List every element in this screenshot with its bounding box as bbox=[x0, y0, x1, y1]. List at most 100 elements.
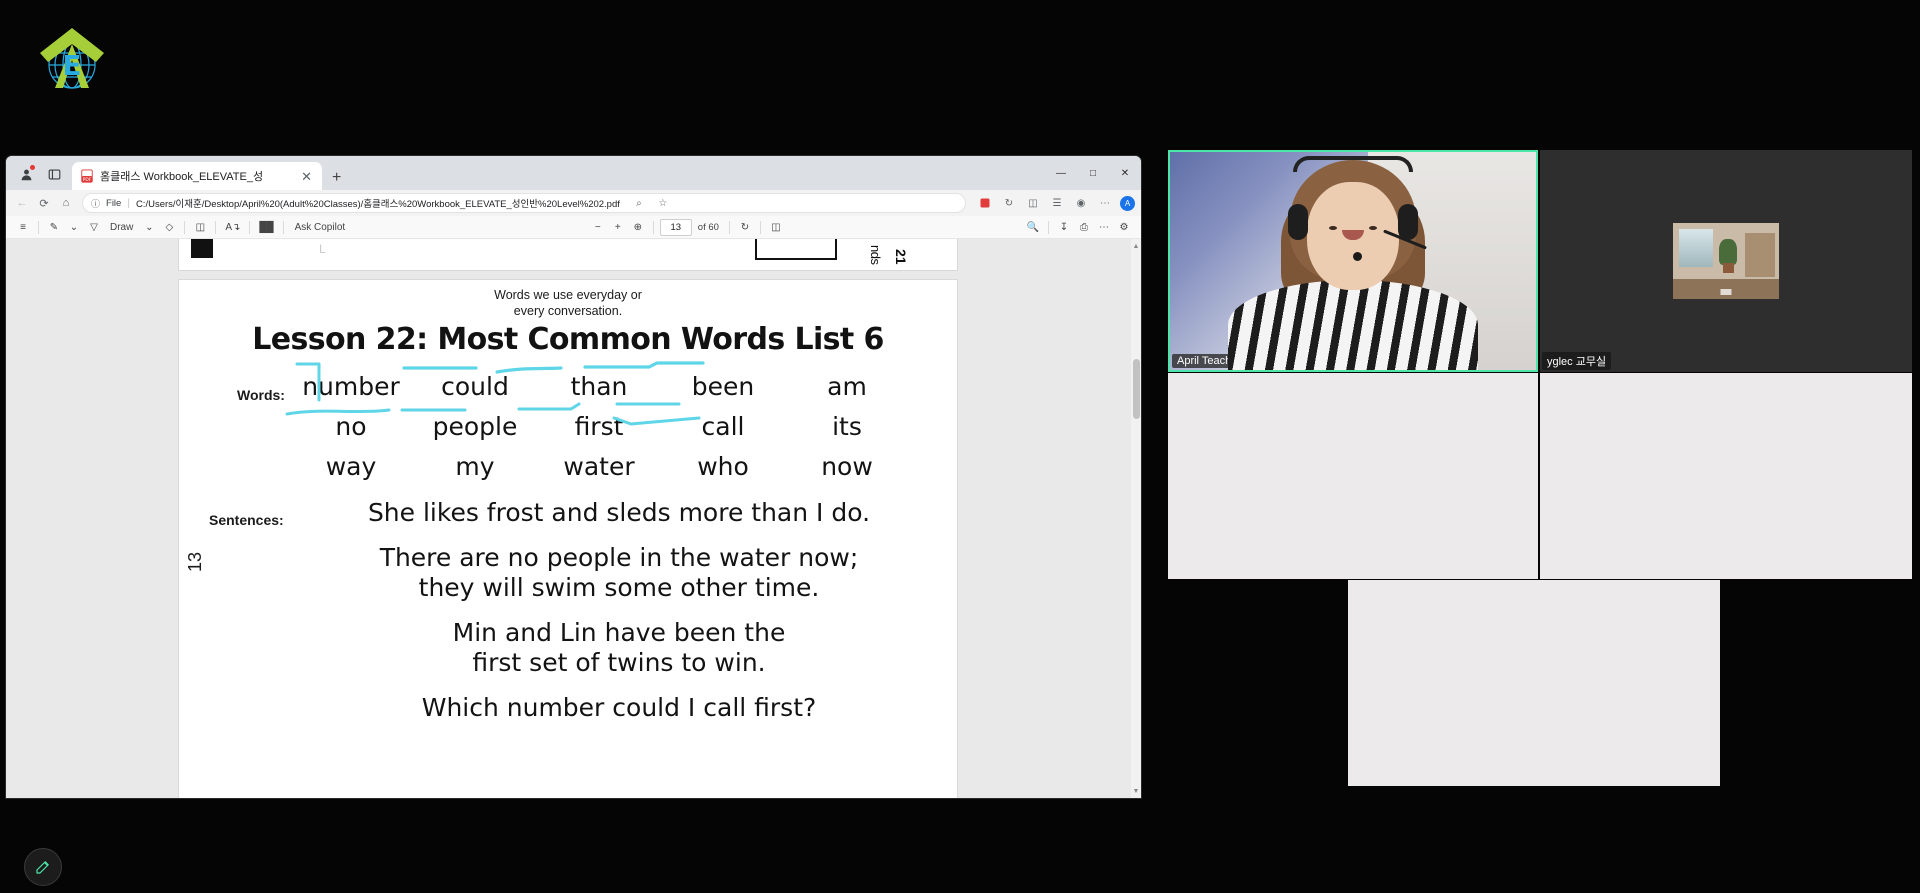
page-layout-icon[interactable]: ◫ bbox=[191, 218, 209, 236]
browser-essentials-icon[interactable]: ◉ bbox=[1072, 194, 1090, 212]
table-of-contents-icon[interactable]: ≡ bbox=[14, 218, 32, 236]
pdf-toolbar: ≡ ✎ ⌄ ▽ Draw ⌄ ◇ ◫ A↴ ██ Ask Copilot − +… bbox=[6, 216, 1141, 239]
toolbar-divider bbox=[282, 220, 284, 234]
search-icon[interactable]: 🔍 bbox=[1024, 218, 1042, 236]
draw-button-label[interactable]: Draw bbox=[105, 218, 138, 236]
draw-chevron-down-icon[interactable]: ⌄ bbox=[140, 218, 158, 236]
toolbar-divider bbox=[1048, 220, 1049, 234]
star-icon[interactable]: ☆ bbox=[654, 194, 672, 212]
video-tile-blank-2[interactable] bbox=[1540, 373, 1912, 579]
webcam-room-feed bbox=[1540, 150, 1912, 372]
tab-close-icon[interactable]: ✕ bbox=[299, 170, 314, 183]
room-plant bbox=[1719, 239, 1737, 265]
home-button[interactable]: ⌂ bbox=[56, 193, 76, 213]
word-cell: now bbox=[821, 452, 873, 481]
toolbar-divider bbox=[249, 220, 251, 234]
window-maximize-button[interactable]: □ bbox=[1077, 157, 1109, 189]
back-button[interactable]: ← bbox=[12, 193, 32, 213]
sentences-block: She likes frost and sleds more than I do… bbox=[299, 498, 939, 737]
url-bar[interactable]: ⓘ File | C:/Users/이재훈/Desktop/April%20(A… bbox=[82, 193, 966, 213]
window-close-button[interactable]: ✕ bbox=[1109, 157, 1141, 189]
toolbar-extensions: ↻ ◫ ☰ ◉ ⋯ A bbox=[972, 194, 1135, 212]
highlight-chevron-down-icon[interactable]: ⌄ bbox=[65, 218, 83, 236]
headset-mic-icon bbox=[1353, 252, 1362, 261]
split-screen-icon[interactable]: ◫ bbox=[1024, 194, 1042, 212]
tab-title: 홈클래스 Workbook_ELEVATE_성 bbox=[100, 171, 264, 183]
pdf-viewer[interactable]: L nds 21 Words we use everyday or every … bbox=[6, 239, 1141, 798]
browser-tab[interactable]: PDF 홈클래스 Workbook_ELEVATE_성 ✕ bbox=[72, 162, 322, 190]
url-text: C:/Users/이재훈/Desktop/April%20(Adult%20Cl… bbox=[135, 199, 620, 210]
more-options-icon[interactable]: ⋯ bbox=[1095, 218, 1113, 236]
headset-band-icon bbox=[1293, 156, 1413, 172]
person-torso bbox=[1228, 280, 1478, 370]
pdf-scrollbar[interactable]: ▲ ▼ bbox=[1131, 239, 1141, 798]
word-cell: its bbox=[832, 412, 862, 441]
read-aloud-icon[interactable]: A↴ bbox=[222, 218, 243, 236]
text-style-icon[interactable]: ██ bbox=[256, 218, 276, 236]
highlight-icon[interactable]: ✎ bbox=[45, 218, 63, 236]
word-cell: been bbox=[691, 372, 755, 401]
toolbar-divider bbox=[215, 220, 217, 234]
save-icon[interactable]: ↧ bbox=[1055, 218, 1073, 236]
info-circle-icon[interactable]: ⓘ bbox=[91, 197, 100, 210]
profile-icon[interactable] bbox=[15, 163, 37, 185]
zoom-in-button[interactable]: + bbox=[609, 218, 627, 236]
page-title: Lesson 22: Most Common Words List 6 bbox=[252, 322, 884, 357]
page-number-input[interactable]: 13 bbox=[659, 218, 692, 236]
word-cell: call bbox=[701, 412, 745, 441]
word-cell: way bbox=[325, 452, 377, 481]
sentence-4: Which number could I call first? bbox=[421, 692, 817, 722]
rotate-icon[interactable]: ↻ bbox=[736, 218, 754, 236]
reload-button[interactable]: ⟳ bbox=[34, 193, 54, 213]
video-tile-blank-3[interactable] bbox=[1348, 580, 1720, 786]
pdf-page-13: Words we use everyday or every conversat… bbox=[178, 279, 958, 798]
collections-icon[interactable]: ☰ bbox=[1048, 194, 1066, 212]
video-tile-yglec-office[interactable]: yglec 교무실 bbox=[1540, 150, 1912, 372]
word-cell: who bbox=[697, 452, 749, 481]
window-minimize-button[interactable]: — bbox=[1045, 157, 1077, 189]
note-line-2: every conversation. bbox=[513, 303, 623, 318]
new-tab-button[interactable]: + bbox=[332, 170, 341, 186]
svg-text:PDF: PDF bbox=[83, 177, 92, 183]
prev-page-black-mark bbox=[191, 239, 213, 258]
two-page-view-icon[interactable]: ◫ bbox=[767, 218, 785, 236]
draw-pen-icon[interactable]: ▽ bbox=[85, 218, 103, 236]
person-eye-left bbox=[1329, 226, 1337, 230]
room-overlay-tag bbox=[1720, 289, 1732, 295]
video-tile-april-teacher[interactable]: April Teacher bbox=[1168, 150, 1538, 372]
word-cell: my bbox=[455, 452, 495, 481]
toolbar-divider bbox=[759, 220, 761, 234]
ask-copilot-button[interactable]: Ask Copilot bbox=[290, 218, 351, 236]
sentence-2: There are no people in the water now; th… bbox=[379, 542, 859, 603]
more-settings-icon[interactable]: ⋯ bbox=[1096, 194, 1114, 212]
webcam-feed bbox=[1170, 152, 1536, 370]
eraser-icon[interactable]: ◇ bbox=[160, 218, 178, 236]
pdf-scrollbar-thumb[interactable] bbox=[1133, 359, 1140, 419]
pdf-file-icon: PDF bbox=[80, 169, 94, 183]
prev-page-faint-mark: L bbox=[319, 242, 326, 256]
avatar[interactable]: A bbox=[1120, 195, 1135, 211]
settings-gear-icon[interactable]: ⚙ bbox=[1115, 218, 1133, 236]
word-cell: water bbox=[563, 452, 635, 481]
annotate-floating-button[interactable] bbox=[24, 848, 62, 886]
headset-earcup-right-icon bbox=[1398, 204, 1418, 240]
history-icon[interactable]: ↻ bbox=[1000, 194, 1018, 212]
zoom-out-button[interactable]: − bbox=[589, 218, 607, 236]
tab-search-icon[interactable] bbox=[43, 163, 65, 185]
search-zoom-icon[interactable]: ⌕ bbox=[630, 194, 648, 212]
print-icon[interactable]: ⎙ bbox=[1075, 218, 1093, 236]
pdf-extension-icon[interactable] bbox=[976, 194, 994, 212]
toolbar-divider bbox=[184, 220, 186, 234]
toolbar-divider bbox=[728, 220, 730, 234]
room-plant-pot bbox=[1723, 263, 1734, 273]
prev-page-number-badge: 21 bbox=[893, 249, 909, 265]
file-scheme-label: File bbox=[106, 197, 122, 209]
room-shelf bbox=[1745, 233, 1775, 277]
scroll-up-arrow-icon[interactable]: ▲ bbox=[1132, 241, 1140, 251]
video-tile-blank-1[interactable] bbox=[1168, 373, 1538, 579]
screen-root: E PDF 홈클래스 Workbook_ELEVATE_성 ✕ + — □ ✕ … bbox=[0, 0, 1920, 893]
fit-to-page-icon[interactable]: ⊕ bbox=[629, 218, 647, 236]
scroll-down-arrow-icon[interactable]: ▼ bbox=[1132, 786, 1140, 796]
pencil-annotate-icon bbox=[36, 861, 49, 874]
notification-dot bbox=[30, 165, 35, 170]
